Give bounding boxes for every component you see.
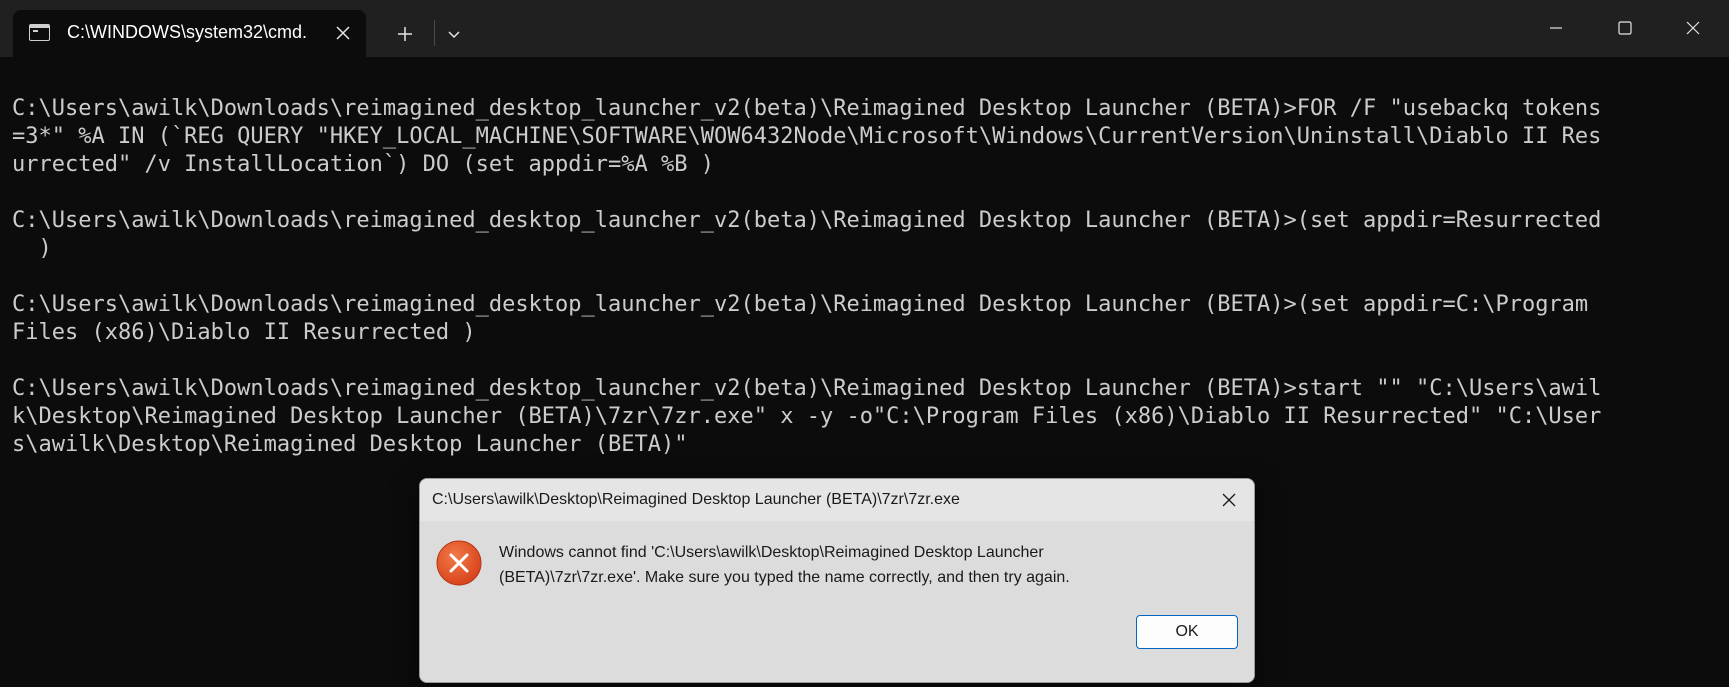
minimize-button[interactable] <box>1533 10 1579 46</box>
minimize-icon <box>1550 27 1562 29</box>
dialog-body: Windows cannot find 'C:\Users\awilk\Desk… <box>420 521 1254 615</box>
terminal-line: =3*" %A IN (`REG QUERY "HKEY_LOCAL_MACHI… <box>12 124 1602 149</box>
dialog-title-bar[interactable]: C:\Users\awilk\Desktop\Reimagined Deskto… <box>420 479 1254 521</box>
terminal-line: C:\Users\awilk\Downloads\reimagined_desk… <box>12 292 1589 317</box>
maximize-button[interactable] <box>1602 10 1648 46</box>
terminal-line: Files (x86)\Diablo II Resurrected ) <box>12 320 476 345</box>
terminal-line: k\Desktop\Reimagined Desktop Launcher (B… <box>12 404 1602 429</box>
ok-button[interactable]: OK <box>1136 615 1238 649</box>
plus-icon <box>398 27 412 41</box>
terminal-line: urrected" /v InstallLocation`) DO (set a… <box>12 152 714 177</box>
close-icon <box>1686 21 1700 35</box>
close-icon <box>336 26 350 40</box>
dialog-message: Windows cannot find 'C:\Users\awilk\Desk… <box>499 544 1070 586</box>
terminal-line: ) <box>12 236 52 261</box>
tab-divider <box>434 20 435 46</box>
error-icon <box>436 540 482 586</box>
dialog-footer: OK <box>420 615 1254 682</box>
new-tab-button[interactable] <box>390 19 420 49</box>
dialog-close-button[interactable] <box>1216 487 1242 513</box>
close-icon <box>1222 493 1236 507</box>
terminal-line: C:\Users\awilk\Downloads\reimagined_desk… <box>12 208 1602 233</box>
terminal-line: C:\Users\awilk\Downloads\reimagined_desk… <box>12 376 1602 401</box>
terminal-line: C:\Users\awilk\Downloads\reimagined_desk… <box>12 96 1602 121</box>
terminal-icon <box>29 24 50 41</box>
chevron-down-icon <box>448 31 460 39</box>
tab-close-button[interactable] <box>330 20 356 46</box>
title-bar: C:\WINDOWS\system32\cmd. <box>0 0 1729 57</box>
tab-dropdown-button[interactable] <box>439 19 469 49</box>
error-dialog: C:\Users\awilk\Desktop\Reimagined Deskto… <box>419 478 1255 683</box>
tab-title: C:\WINDOWS\system32\cmd. <box>67 22 308 42</box>
close-button[interactable] <box>1670 10 1716 46</box>
tab-cmd[interactable]: C:\WINDOWS\system32\cmd. <box>13 10 366 57</box>
dialog-title: C:\Users\awilk\Desktop\Reimagined Deskto… <box>432 491 960 508</box>
maximize-icon <box>1618 21 1632 35</box>
terminal-line: s\awilk\Desktop\Reimagined Desktop Launc… <box>12 432 688 457</box>
